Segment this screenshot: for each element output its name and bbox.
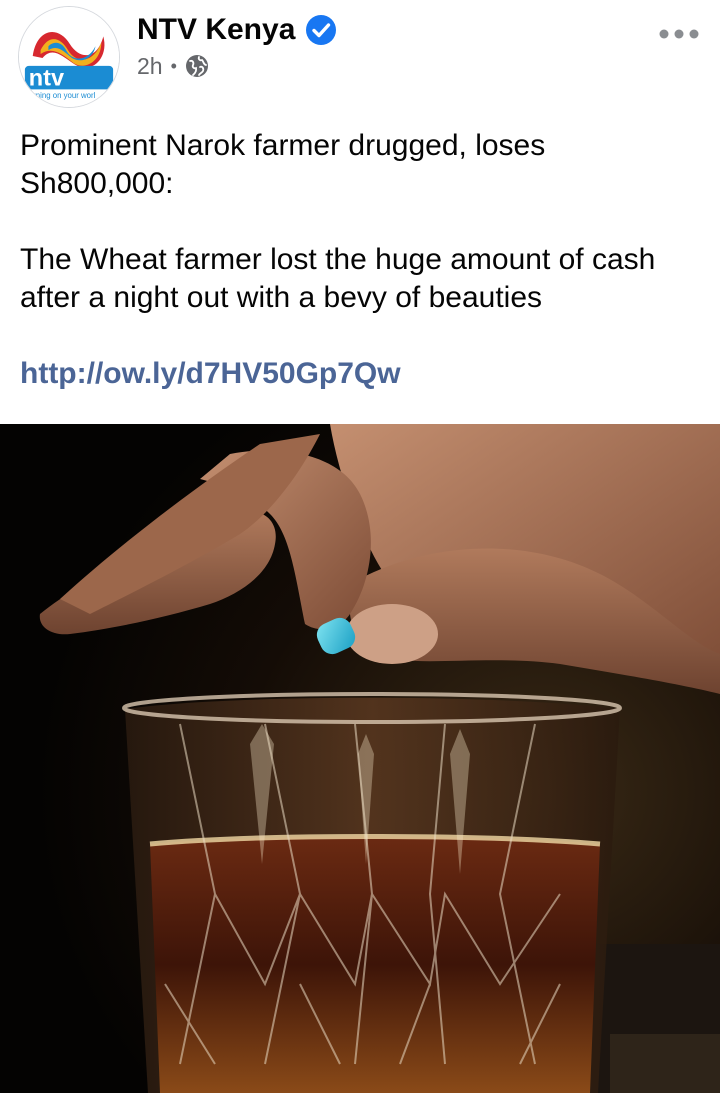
post-header: ntv urning on your worl NTV Kenya 2h • (0, 0, 720, 115)
post-text: Prominent Narok farmer drugged, loses Sh… (20, 127, 705, 393)
globe-icon (185, 55, 208, 77)
post-photo[interactable] (0, 424, 720, 1093)
svg-text:ntv: ntv (29, 64, 64, 90)
page-name-row: NTV Kenya (137, 10, 337, 50)
more-options-icon[interactable] (658, 24, 700, 44)
verified-badge-icon (306, 15, 337, 45)
page-name[interactable]: NTV Kenya (137, 13, 295, 47)
post-time[interactable]: 2h (137, 53, 163, 80)
post-body: The Wheat farmer lost the huge amount of… (20, 243, 664, 314)
post-link[interactable]: http://ow.ly/d7HV50Gp7Qw (20, 355, 705, 393)
post-headline: Prominent Narok farmer drugged, loses Sh… (20, 129, 554, 200)
post-meta: 2h • (137, 52, 209, 80)
meta-separator: • (170, 55, 177, 76)
pill-drop-into-glass-photo (0, 424, 720, 1093)
svg-text:urning on your worl: urning on your worl (29, 91, 96, 100)
ntv-logo-icon: ntv urning on your worl (19, 7, 119, 107)
page-avatar[interactable]: ntv urning on your worl (18, 6, 120, 108)
